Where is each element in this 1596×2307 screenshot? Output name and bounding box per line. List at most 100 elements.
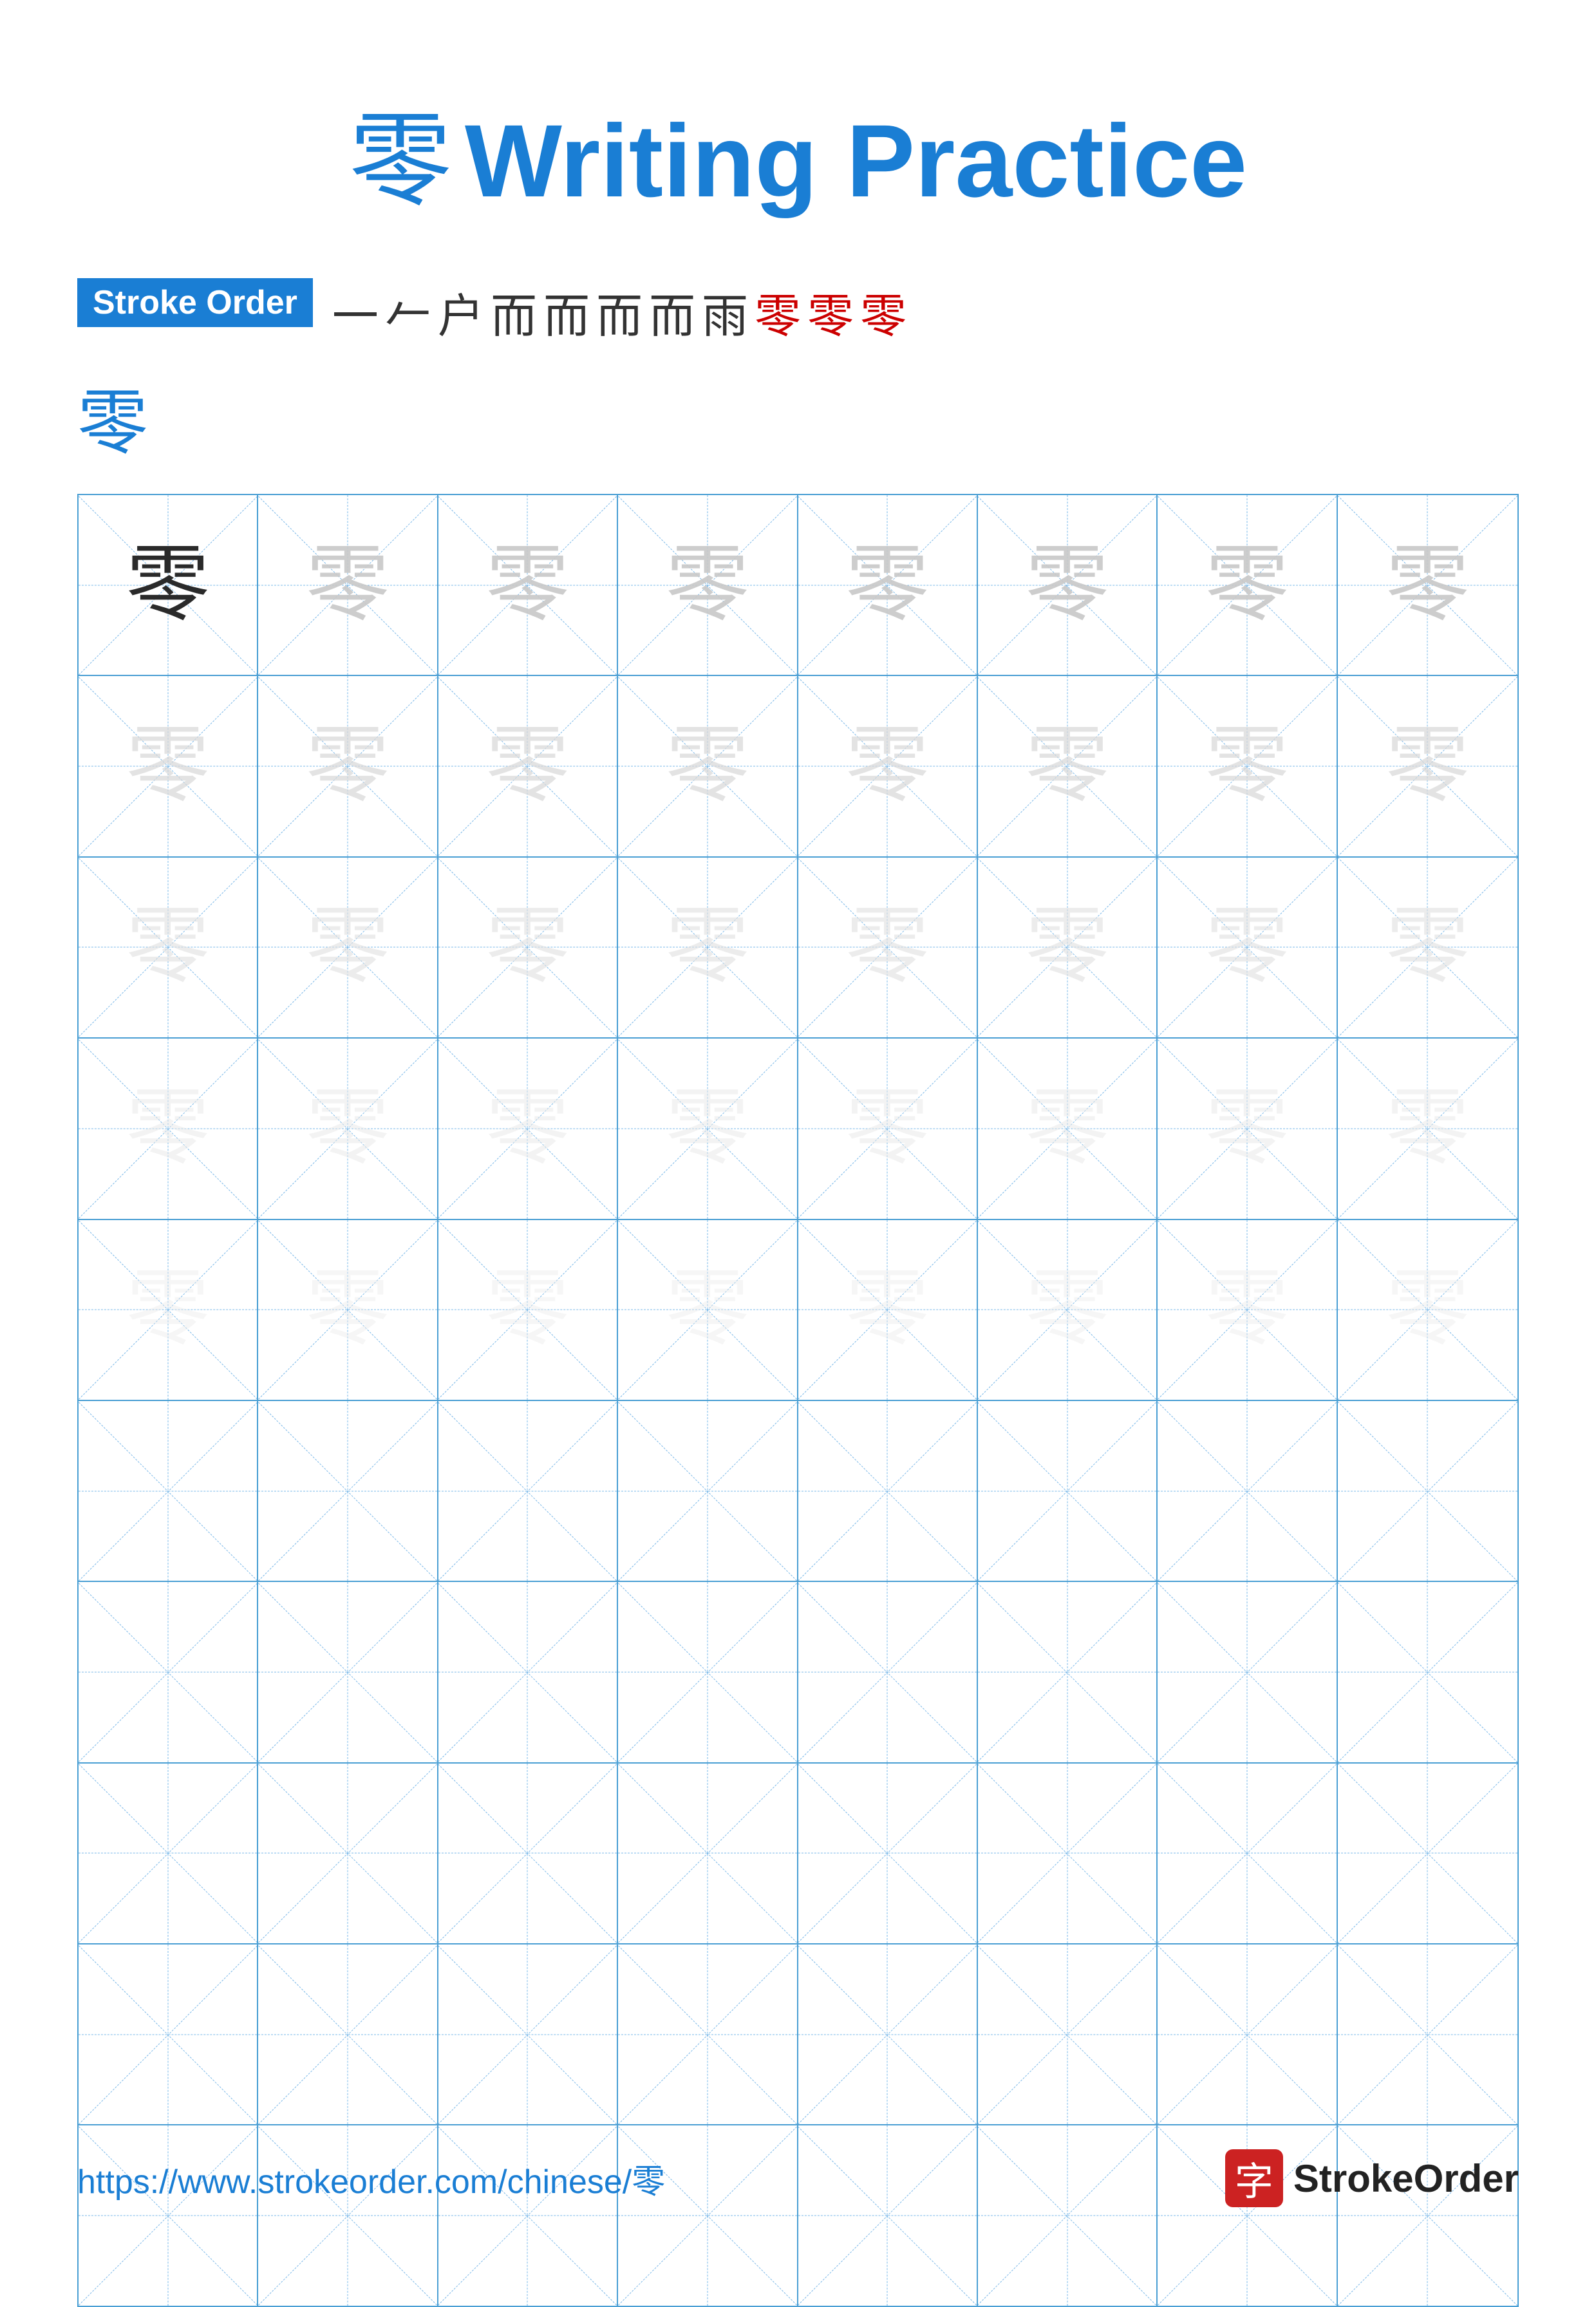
grid-cell-empty[interactable] <box>438 1582 618 1762</box>
grid-cell[interactable]: 零 <box>798 495 978 675</box>
grid-cell[interactable]: 零 <box>258 858 438 1037</box>
grid-cell[interactable]: 零 <box>438 676 618 856</box>
grid-cell[interactable]: 零 <box>618 495 798 675</box>
stroke-full-char: 零 <box>77 365 148 468</box>
grid-cell-empty[interactable] <box>1338 1944 1517 2124</box>
footer-url[interactable]: https://www.strokeorder.com/chinese/零 <box>77 2154 665 2203</box>
grid-row-1: 零 零 零 零 零 <box>79 495 1517 676</box>
grid-cell[interactable]: 零 <box>618 858 798 1037</box>
grid-cell[interactable]: 零 <box>438 495 618 675</box>
stroke-full-char-line: 零 <box>77 359 1519 468</box>
practice-char: 零 <box>1026 905 1109 989</box>
grid-cell-empty[interactable] <box>258 1582 438 1762</box>
practice-char: 零 <box>666 1268 749 1351</box>
grid-cell-empty[interactable] <box>798 1764 978 1943</box>
grid-cell[interactable]: 零 <box>978 676 1158 856</box>
grid-cell[interactable]: 零 <box>1338 858 1517 1037</box>
logo-icon: 字 <box>1225 2149 1283 2207</box>
grid-cell-empty[interactable] <box>798 1401 978 1581</box>
grid-cell[interactable]: 零 <box>798 858 978 1037</box>
practice-char: 零 <box>1385 1268 1469 1351</box>
grid-cell[interactable]: 零 <box>79 858 258 1037</box>
grid-cell-empty[interactable] <box>438 1944 618 2124</box>
grid-cell[interactable]: 零 <box>978 1220 1158 1400</box>
grid-cell[interactable]: 零 <box>798 1039 978 1218</box>
stroke-8: 雨 <box>702 278 748 346</box>
grid-cell[interactable]: 零 <box>1158 1039 1337 1218</box>
practice-char: 零 <box>1385 905 1469 989</box>
stroke-5: 而 <box>543 278 590 346</box>
practice-char: 零 <box>1385 543 1469 627</box>
grid-cell[interactable]: 零 <box>438 1220 618 1400</box>
grid-cell[interactable]: 零 <box>438 858 618 1037</box>
grid-row-empty-2 <box>79 1582 1517 1763</box>
stroke-9: 零 <box>755 278 801 346</box>
grid-cell-empty[interactable] <box>618 1944 798 2124</box>
grid-cell-empty[interactable] <box>618 1401 798 1581</box>
footer-logo: 字 StrokeOrder <box>1225 2149 1519 2207</box>
grid-cell[interactable]: 零 <box>978 495 1158 675</box>
grid-cell[interactable]: 零 <box>79 495 258 675</box>
grid-cell-empty[interactable] <box>798 1582 978 1762</box>
grid-cell-empty[interactable] <box>978 1401 1158 1581</box>
grid-cell-empty[interactable] <box>258 1944 438 2124</box>
practice-char: 零 <box>1205 1268 1289 1351</box>
grid-cell-empty[interactable] <box>79 1401 258 1581</box>
grid-cell[interactable]: 零 <box>1338 1039 1517 1218</box>
logo-char: 字 <box>1235 2151 1273 2207</box>
grid-cell-empty[interactable] <box>1338 1401 1517 1581</box>
grid-cell[interactable]: 零 <box>1158 858 1337 1037</box>
grid-cell[interactable]: 零 <box>258 1039 438 1218</box>
practice-char: 零 <box>306 543 390 627</box>
grid-cell[interactable]: 零 <box>1338 676 1517 856</box>
grid-cell-empty[interactable] <box>79 1764 258 1943</box>
stroke-3: 户 <box>438 278 484 346</box>
grid-cell-empty[interactable] <box>1158 1582 1337 1762</box>
grid-cell[interactable]: 零 <box>618 676 798 856</box>
grid-cell-empty[interactable] <box>1338 1764 1517 1943</box>
grid-cell[interactable]: 零 <box>79 676 258 856</box>
practice-char: 零 <box>666 543 749 627</box>
grid-cell-empty[interactable] <box>978 1764 1158 1943</box>
grid-cell-empty[interactable] <box>258 1764 438 1943</box>
grid-cell[interactable]: 零 <box>1158 1220 1337 1400</box>
grid-cell[interactable]: 零 <box>1338 1220 1517 1400</box>
practice-char: 零 <box>1026 543 1109 627</box>
grid-cell[interactable]: 零 <box>258 1220 438 1400</box>
grid-cell-empty[interactable] <box>798 1944 978 2124</box>
grid-cell[interactable]: 零 <box>978 1039 1158 1218</box>
grid-cell[interactable]: 零 <box>798 1220 978 1400</box>
title-text: Writing Practice <box>465 103 1247 218</box>
grid-cell-empty[interactable] <box>618 1582 798 1762</box>
grid-cell[interactable]: 零 <box>1158 676 1337 856</box>
grid-cell[interactable]: 零 <box>1338 495 1517 675</box>
grid-cell-empty[interactable] <box>1158 1764 1337 1943</box>
practice-char: 零 <box>126 543 210 627</box>
grid-cell[interactable]: 零 <box>258 676 438 856</box>
grid-cell-empty[interactable] <box>79 1944 258 2124</box>
grid-cell[interactable]: 零 <box>618 1220 798 1400</box>
grid-cell[interactable]: 零 <box>618 1039 798 1218</box>
grid-cell-empty[interactable] <box>79 1582 258 1762</box>
grid-cell-empty[interactable] <box>1338 1582 1517 1762</box>
grid-cell-empty[interactable] <box>618 1764 798 1943</box>
grid-cell[interactable]: 零 <box>978 858 1158 1037</box>
grid-cell[interactable]: 零 <box>258 495 438 675</box>
grid-cell[interactable]: 零 <box>798 676 978 856</box>
grid-cell[interactable]: 零 <box>79 1039 258 1218</box>
grid-cell[interactable]: 零 <box>438 1039 618 1218</box>
grid-cell-empty[interactable] <box>1158 1401 1337 1581</box>
grid-cell[interactable]: 零 <box>79 1220 258 1400</box>
grid-cell-empty[interactable] <box>1158 1944 1337 2124</box>
grid-cell-empty[interactable] <box>978 1944 1158 2124</box>
grid-cell-empty[interactable] <box>258 1401 438 1581</box>
grid-cell-empty[interactable] <box>978 1582 1158 1762</box>
grid-row-3: 零 零 零 零 零 <box>79 858 1517 1039</box>
grid-cell-empty[interactable] <box>438 1764 618 1943</box>
grid-cell-empty[interactable] <box>438 1401 618 1581</box>
practice-char: 零 <box>126 724 210 808</box>
practice-char: 零 <box>306 1268 390 1351</box>
practice-char: 零 <box>485 724 569 808</box>
grid-cell[interactable]: 零 <box>1158 495 1337 675</box>
practice-char: 零 <box>1026 724 1109 808</box>
